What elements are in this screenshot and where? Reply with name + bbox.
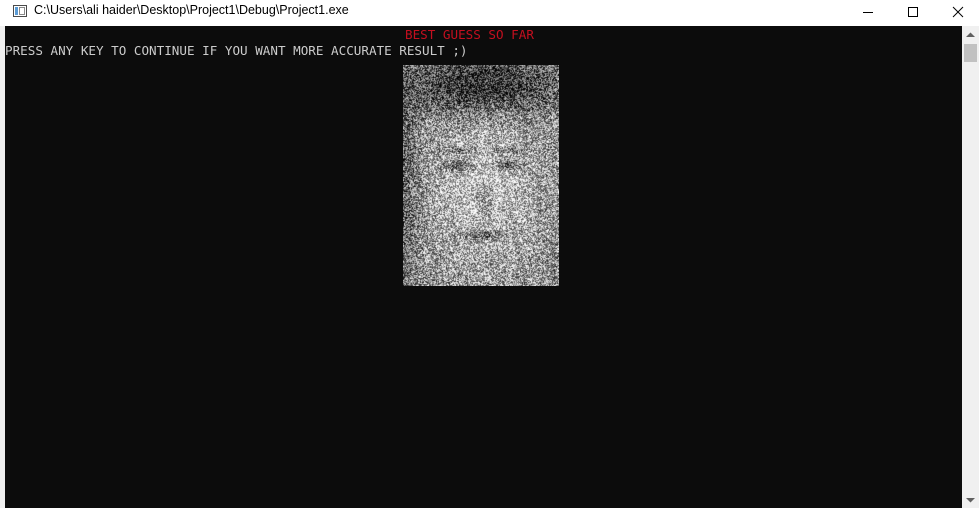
- close-icon: [952, 6, 964, 18]
- window-title: C:\Users\ali haider\Desktop\Project1\Deb…: [34, 3, 349, 17]
- scroll-thumb[interactable]: [964, 44, 977, 62]
- scroll-down-button[interactable]: [962, 491, 979, 508]
- continue-prompt: PRESS ANY KEY TO CONTINUE IF YOU WANT MO…: [5, 43, 468, 58]
- maximize-icon: [908, 7, 918, 17]
- title-bar[interactable]: C:\Users\ali haider\Desktop\Project1\Deb…: [0, 0, 979, 26]
- minimize-icon: [863, 12, 873, 13]
- chevron-down-icon: [966, 497, 975, 502]
- close-button[interactable]: [935, 0, 979, 24]
- scroll-up-button[interactable]: [962, 26, 979, 43]
- best-guess-label: BEST GUESS SO FAR: [405, 27, 534, 42]
- reconstructed-face-image: [403, 65, 559, 286]
- chevron-up-icon: [966, 32, 975, 37]
- console-output[interactable]: BEST GUESS SO FAR PRESS ANY KEY TO CONTI…: [5, 26, 962, 508]
- console-app-icon: [13, 5, 27, 17]
- minimize-button[interactable]: [845, 0, 891, 24]
- maximize-button[interactable]: [890, 0, 936, 24]
- vertical-scrollbar[interactable]: [962, 26, 979, 508]
